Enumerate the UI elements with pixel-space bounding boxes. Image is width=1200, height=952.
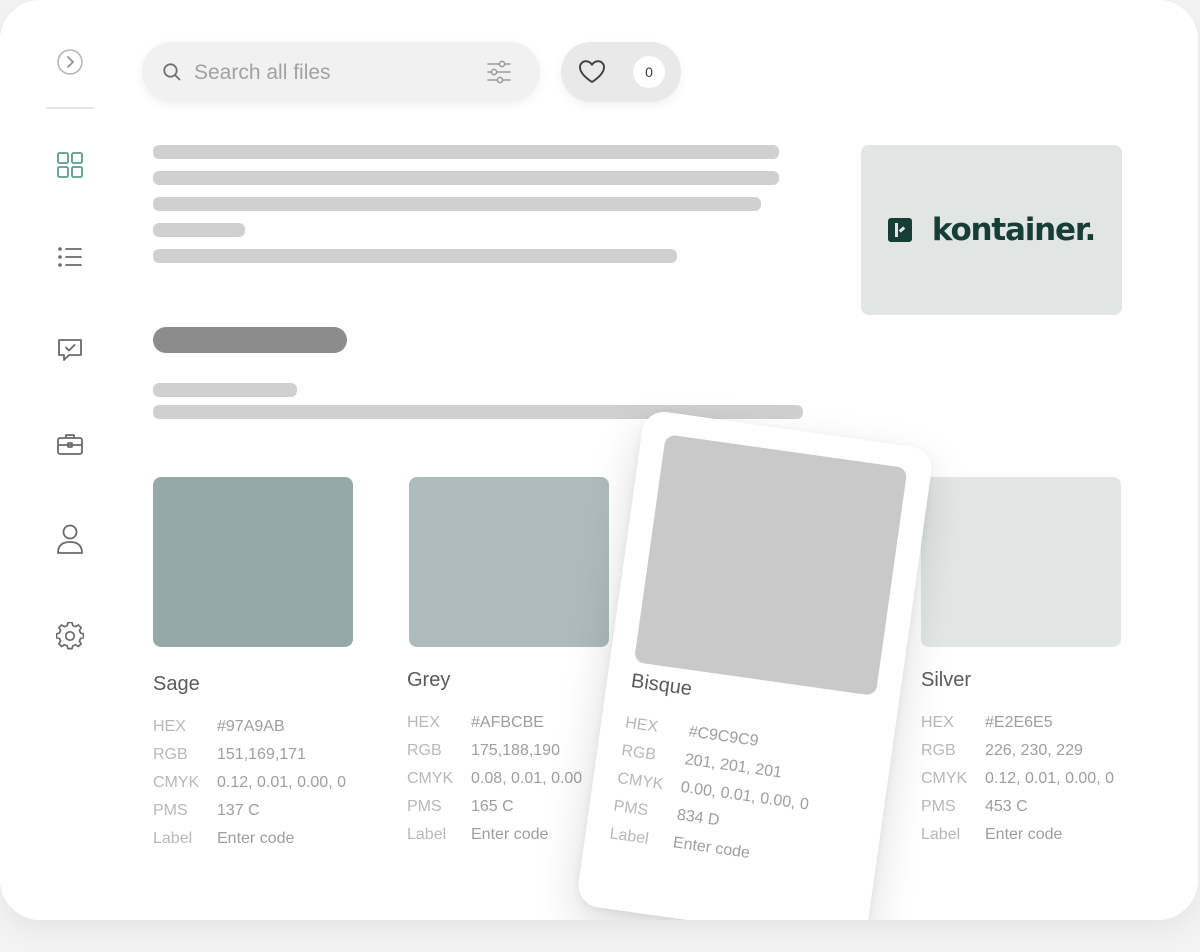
skeleton-heading (153, 327, 347, 353)
briefcase-icon[interactable] (53, 427, 87, 461)
hex-label: HEX (921, 714, 954, 731)
color-info-sage: HEX #97A9AB RGB 151,169,171 CMYK 0.12, 0.01… (153, 713, 346, 853)
color-name: Bisque (629, 669, 694, 701)
app-window: 0 kontainer. Sage HEX #97A9AB RGB 151,169,… (0, 0, 1198, 920)
search-icon (163, 63, 181, 81)
pms-label: PMS (407, 798, 442, 815)
pms-value: 165 C (471, 798, 514, 815)
chevron-right-icon[interactable] (53, 45, 87, 79)
rgb-label: RGB (407, 742, 442, 759)
filter-icon[interactable] (486, 59, 512, 85)
hex-value: #E2E6E5 (985, 714, 1053, 731)
color-swatch-bisque[interactable] (633, 434, 908, 696)
comment-check-icon[interactable] (53, 333, 87, 367)
pms-label: PMS (153, 802, 188, 819)
gear-icon[interactable] (53, 619, 87, 653)
skeleton-line (153, 145, 779, 159)
color-name: Grey (407, 669, 451, 691)
color-swatch-silver[interactable] (921, 477, 1121, 647)
grid-icon[interactable] (53, 148, 87, 182)
color-name: Silver (921, 669, 972, 691)
kontainer-logo-icon (887, 218, 912, 242)
color-swatch-sage[interactable] (153, 477, 353, 647)
rgb-value: 175,188,190 (471, 742, 560, 759)
color-info-silver: HEX #E2E6E5 RGB 226, 230, 229 CMYK 0.12, 0.… (921, 709, 1114, 849)
heart-icon (579, 60, 605, 83)
user-icon[interactable] (53, 522, 87, 556)
skeleton-line (153, 197, 761, 211)
cmyk-value: 0.12, 0.01, 0.00, 0 (985, 770, 1114, 787)
code-input[interactable]: Enter code (217, 825, 294, 853)
color-info-grey: HEX #AFBCBE RGB 175,188,190 CMYK 0.08, 0.01… (407, 709, 582, 849)
cmyk-value: 0.12, 0.01, 0.00, 0 (217, 774, 346, 791)
sidebar-divider (46, 107, 94, 109)
favorites-count-badge: 0 (633, 56, 665, 88)
code-input[interactable]: Enter code (985, 821, 1062, 849)
skeleton-line (153, 223, 245, 237)
color-info-bisque: HEX #C9C9C9 RGB 201, 201, 201 CMYK 0.00, 0.… (608, 710, 819, 875)
cmyk-value: 0.08, 0.01, 0.00 (471, 770, 583, 787)
dragged-color-card-bisque[interactable]: Bisque HEX #C9C9C9 RGB 201, 201, 201 CMYK 0… (575, 409, 935, 920)
skeleton-line (153, 249, 677, 263)
code-label: Label (407, 826, 447, 843)
favorites-button[interactable]: 0 (561, 42, 681, 102)
hex-value: #AFBCBE (471, 714, 544, 731)
hex-value: #97A9AB (217, 718, 285, 735)
pms-label: PMS (921, 798, 956, 815)
search-bar[interactable] (142, 42, 540, 102)
rgb-label: RGB (921, 742, 956, 759)
color-name: Sage (153, 673, 200, 695)
pms-value: 137 C (217, 802, 260, 819)
cmyk-label: CMYK (921, 770, 968, 787)
rgb-value: 226, 230, 229 (985, 742, 1083, 759)
list-icon[interactable] (53, 240, 87, 274)
color-swatch-grey[interactable] (409, 477, 609, 647)
hex-label: HEX (407, 714, 440, 731)
code-label: Label (921, 826, 961, 843)
code-label: Label (153, 830, 193, 847)
rgb-value: 151,169,171 (217, 746, 306, 763)
sidebar (0, 0, 140, 920)
brand-logo-card: kontainer. (861, 145, 1122, 315)
rgb-label: RGB (153, 746, 188, 763)
hex-label: HEX (153, 718, 186, 735)
pms-value: 453 C (985, 798, 1028, 815)
code-input[interactable]: Enter code (471, 821, 548, 849)
skeleton-line (153, 383, 297, 397)
skeleton-line (153, 171, 779, 185)
brand-logo-text: kontainer. (931, 212, 1096, 248)
cmyk-label: CMYK (153, 774, 200, 791)
cmyk-label: CMYK (407, 770, 454, 787)
search-input[interactable] (192, 54, 466, 92)
